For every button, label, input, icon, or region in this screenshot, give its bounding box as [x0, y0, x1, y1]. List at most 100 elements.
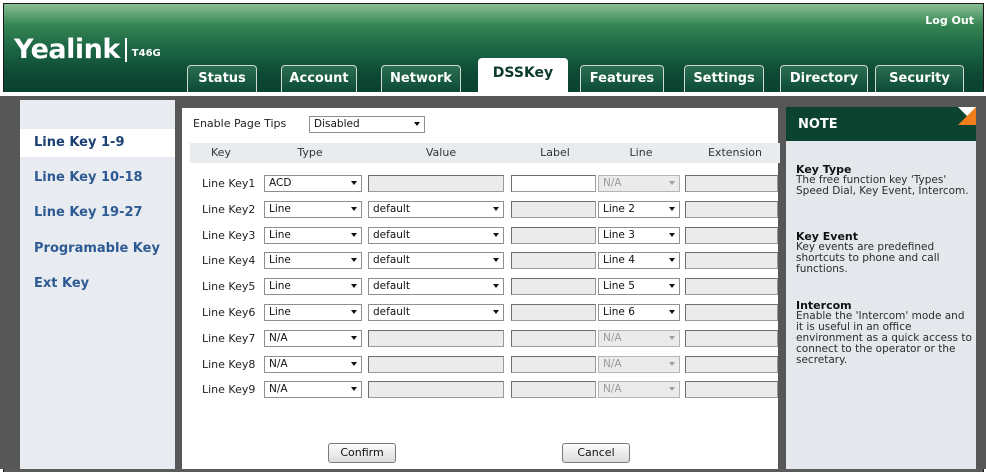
type-select[interactable]: Line	[264, 201, 362, 218]
sidebar-item-ext-key[interactable]: Ext Key	[20, 270, 175, 298]
type-select[interactable]: N/A	[264, 381, 362, 398]
chevron-down-icon	[493, 258, 499, 262]
value-select[interactable]: default	[368, 227, 504, 244]
type-select[interactable]: ACD	[264, 175, 362, 192]
note-key-type: Key Type The free function key 'Types' S…	[796, 164, 974, 197]
tab-status[interactable]: Status	[187, 65, 257, 92]
line-select: N/A	[598, 175, 680, 192]
sidebar: Line Key 1-9 Line Key 10-18 Line Key 19-…	[20, 100, 175, 469]
tab-settings[interactable]: Settings	[684, 65, 764, 92]
tab-directory[interactable]: Directory	[780, 65, 868, 92]
chevron-down-icon	[669, 387, 675, 391]
line-select[interactable]: Line 5	[598, 278, 680, 295]
table-header: Key Type Value Label Line Extension	[190, 143, 780, 163]
line-select[interactable]: Line 4	[598, 252, 680, 269]
chevron-down-icon	[669, 362, 675, 366]
column-value: Value	[425, 146, 457, 159]
tab-account[interactable]: Account	[281, 65, 357, 92]
sidebar-item-line-key-10-18[interactable]: Line Key 10-18	[20, 164, 175, 192]
type-select[interactable]: Line	[264, 304, 362, 321]
tab-features[interactable]: Features	[580, 65, 664, 92]
column-key: Key	[211, 146, 231, 159]
sidebar-item-programable-key[interactable]: Programable Key	[20, 235, 175, 263]
type-value: Line	[269, 306, 291, 318]
label-input	[511, 278, 596, 295]
value-select[interactable]: default	[368, 278, 504, 295]
value-select[interactable]: default	[368, 252, 504, 269]
type-value: N/A	[269, 383, 288, 395]
chevron-down-icon	[669, 233, 675, 237]
extension-input	[685, 278, 778, 295]
sidebar-item-line-key-19-27[interactable]: Line Key 19-27	[20, 199, 175, 227]
chevron-down-icon	[493, 284, 499, 288]
logo-divider	[124, 37, 127, 62]
label-input[interactable]	[511, 175, 596, 192]
value-text: default	[373, 254, 410, 266]
type-select[interactable]: Line	[264, 227, 362, 244]
tab-dsskey[interactable]: DSSKey	[478, 58, 568, 92]
label-input	[511, 330, 596, 347]
type-select[interactable]: N/A	[264, 330, 362, 347]
label-input	[511, 227, 596, 244]
extension-input	[685, 201, 778, 218]
line-select[interactable]: Line 3	[598, 227, 680, 244]
chevron-down-icon	[351, 387, 357, 391]
type-value: Line	[269, 229, 291, 241]
chevron-down-icon	[669, 258, 675, 262]
row-key-label: Line Key6	[202, 306, 256, 319]
type-select[interactable]: Line	[264, 252, 362, 269]
row-key-label: Line Key7	[202, 332, 256, 345]
page-tips-select[interactable]: Disabled	[309, 116, 425, 133]
logo-model: T46G	[131, 48, 161, 59]
line-value: N/A	[603, 383, 622, 395]
note-title: NOTE	[786, 107, 976, 141]
row-key-label: Line Key1	[202, 177, 256, 190]
confirm-button[interactable]: Confirm	[328, 443, 396, 463]
cancel-button[interactable]: Cancel	[562, 443, 630, 463]
value-input	[368, 381, 504, 398]
line-value: Line 5	[603, 280, 635, 292]
row-key-label: Line Key8	[202, 358, 256, 371]
line-value: Line 4	[603, 254, 635, 266]
label-input	[511, 252, 596, 269]
row-key-label: Line Key4	[202, 254, 256, 267]
extension-input	[685, 252, 778, 269]
value-input	[368, 356, 504, 373]
line-value: N/A	[603, 358, 622, 370]
type-select[interactable]: Line	[264, 278, 362, 295]
value-select[interactable]: default	[368, 304, 504, 321]
note-intercom-text: Enable the 'Intercom' mode and it is use…	[796, 310, 972, 366]
chevron-down-icon	[351, 362, 357, 366]
line-select[interactable]: Line 2	[598, 201, 680, 218]
line-select: N/A	[598, 381, 680, 398]
chevron-down-icon	[669, 310, 675, 314]
tab-network[interactable]: Network	[381, 65, 461, 92]
type-select[interactable]: N/A	[264, 356, 362, 373]
yealink-logo: Yealink T46G	[14, 34, 161, 65]
tab-security[interactable]: Security	[875, 65, 964, 92]
sidebar-item-line-key-1-9[interactable]: Line Key 1-9	[20, 129, 175, 157]
page-tips-value: Disabled	[314, 118, 360, 130]
label-input	[511, 201, 596, 218]
chevron-down-icon	[351, 181, 357, 185]
note-key-type-text: The free function key 'Types' Speed Dial…	[796, 174, 969, 197]
chevron-down-icon	[669, 181, 675, 185]
line-select: N/A	[598, 356, 680, 373]
chevron-down-icon	[669, 284, 675, 288]
note-panel: NOTE Key Type The free function key 'Typ…	[786, 107, 976, 469]
line-select[interactable]: Line 6	[598, 304, 680, 321]
chevron-down-icon	[493, 207, 499, 211]
value-text: default	[373, 229, 410, 241]
column-line: Line	[629, 146, 653, 159]
chevron-down-icon	[414, 122, 420, 126]
column-label: Label	[540, 146, 570, 159]
value-input	[368, 175, 504, 192]
note-key-event: Key Event Key events are predefined shor…	[796, 231, 974, 275]
value-text: default	[373, 306, 410, 318]
type-value: N/A	[269, 358, 288, 370]
logout-link[interactable]: Log Out	[925, 14, 974, 27]
page-tips-label: Enable Page Tips	[193, 117, 287, 130]
row-key-label: Line Key5	[202, 280, 256, 293]
chevron-down-icon	[669, 336, 675, 340]
value-select[interactable]: default	[368, 201, 504, 218]
